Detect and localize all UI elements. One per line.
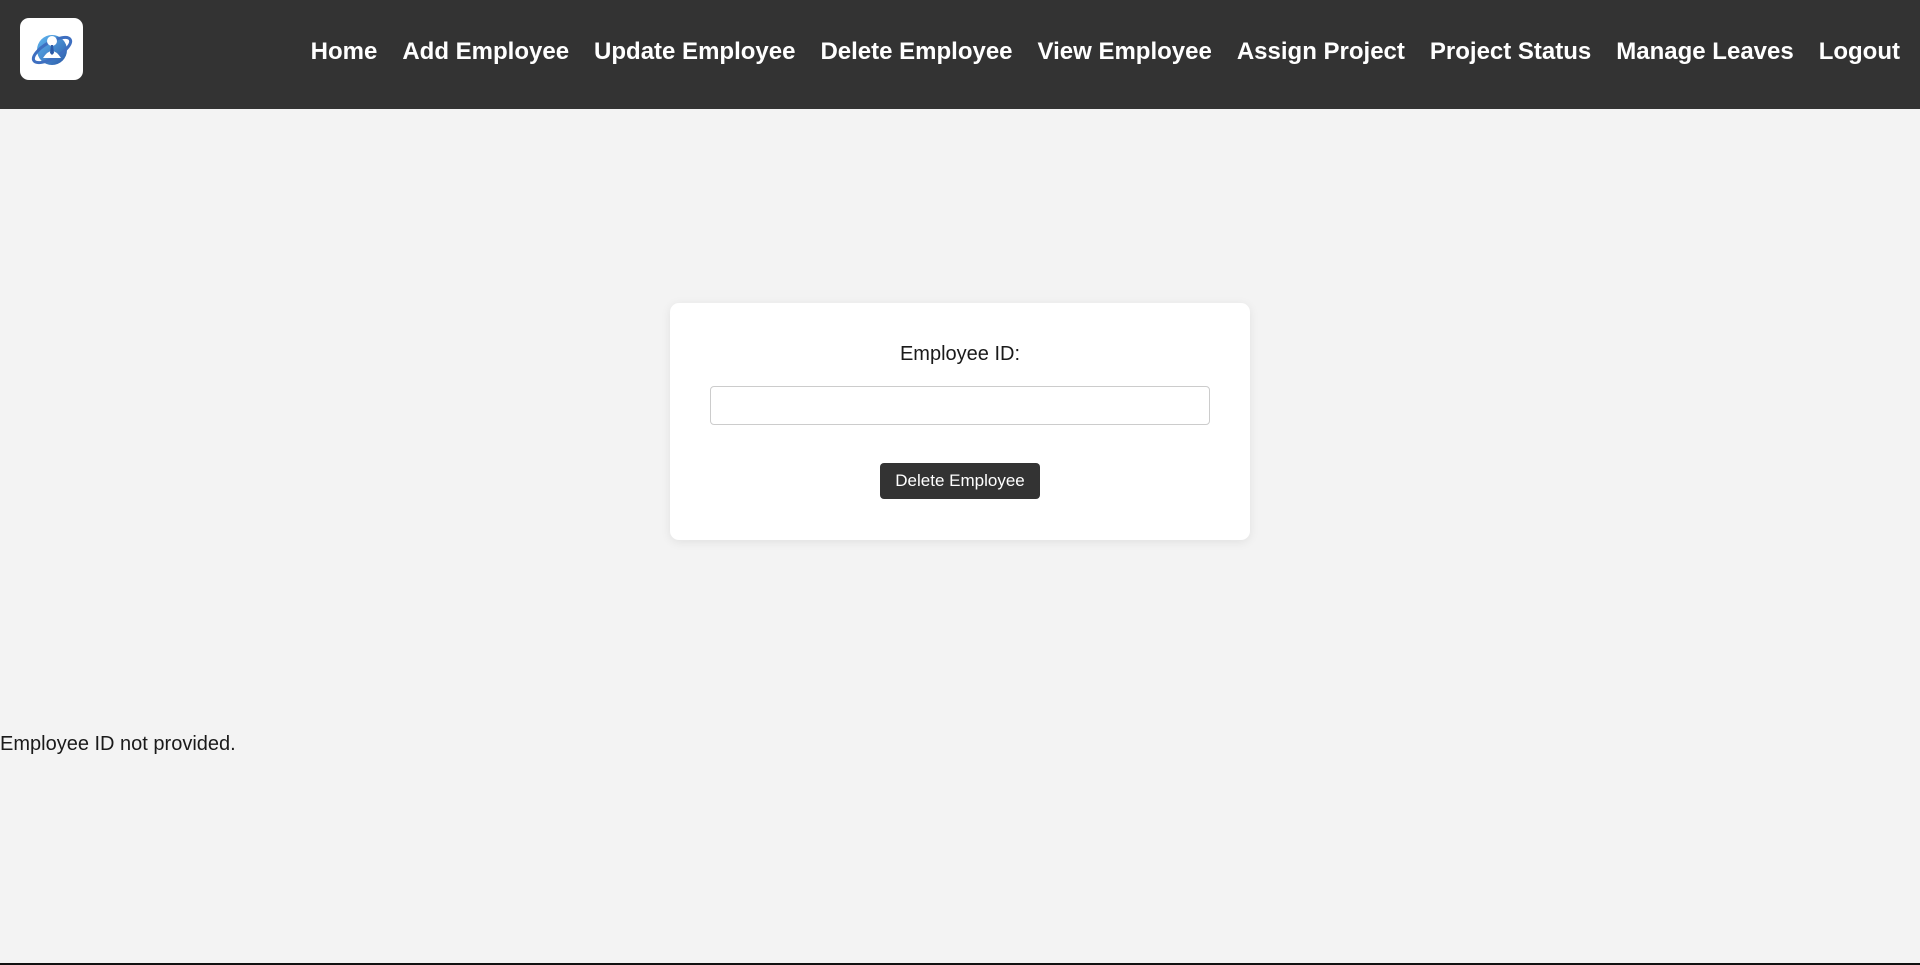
nav-link-add-employee[interactable]: Add Employee [402,38,569,66]
top-navbar: Home Add Employee Update Employee Delete… [0,0,1920,109]
delete-employee-form: Employee ID: Delete Employee [670,303,1250,540]
delete-employee-button[interactable]: Delete Employee [880,463,1040,499]
employee-id-input[interactable] [710,386,1210,425]
nav-link-home[interactable]: Home [311,38,378,66]
employee-id-label: Employee ID: [899,343,1021,365]
status-message: Employee ID not provided. [0,733,236,755]
nav-link-assign-project[interactable]: Assign Project [1237,38,1405,66]
nav-link-update-employee[interactable]: Update Employee [594,38,795,66]
nav-link-project-status[interactable]: Project Status [1430,38,1591,66]
nav-links: Home Add Employee Update Employee Delete… [286,0,1900,103]
logo[interactable] [20,18,83,80]
nav-link-manage-leaves[interactable]: Manage Leaves [1616,38,1793,66]
employee-globe-logo-icon [31,35,72,65]
nav-link-view-employee[interactable]: View Employee [1038,38,1212,66]
nav-link-delete-employee[interactable]: Delete Employee [820,38,1012,66]
nav-link-logout[interactable]: Logout [1819,38,1900,66]
